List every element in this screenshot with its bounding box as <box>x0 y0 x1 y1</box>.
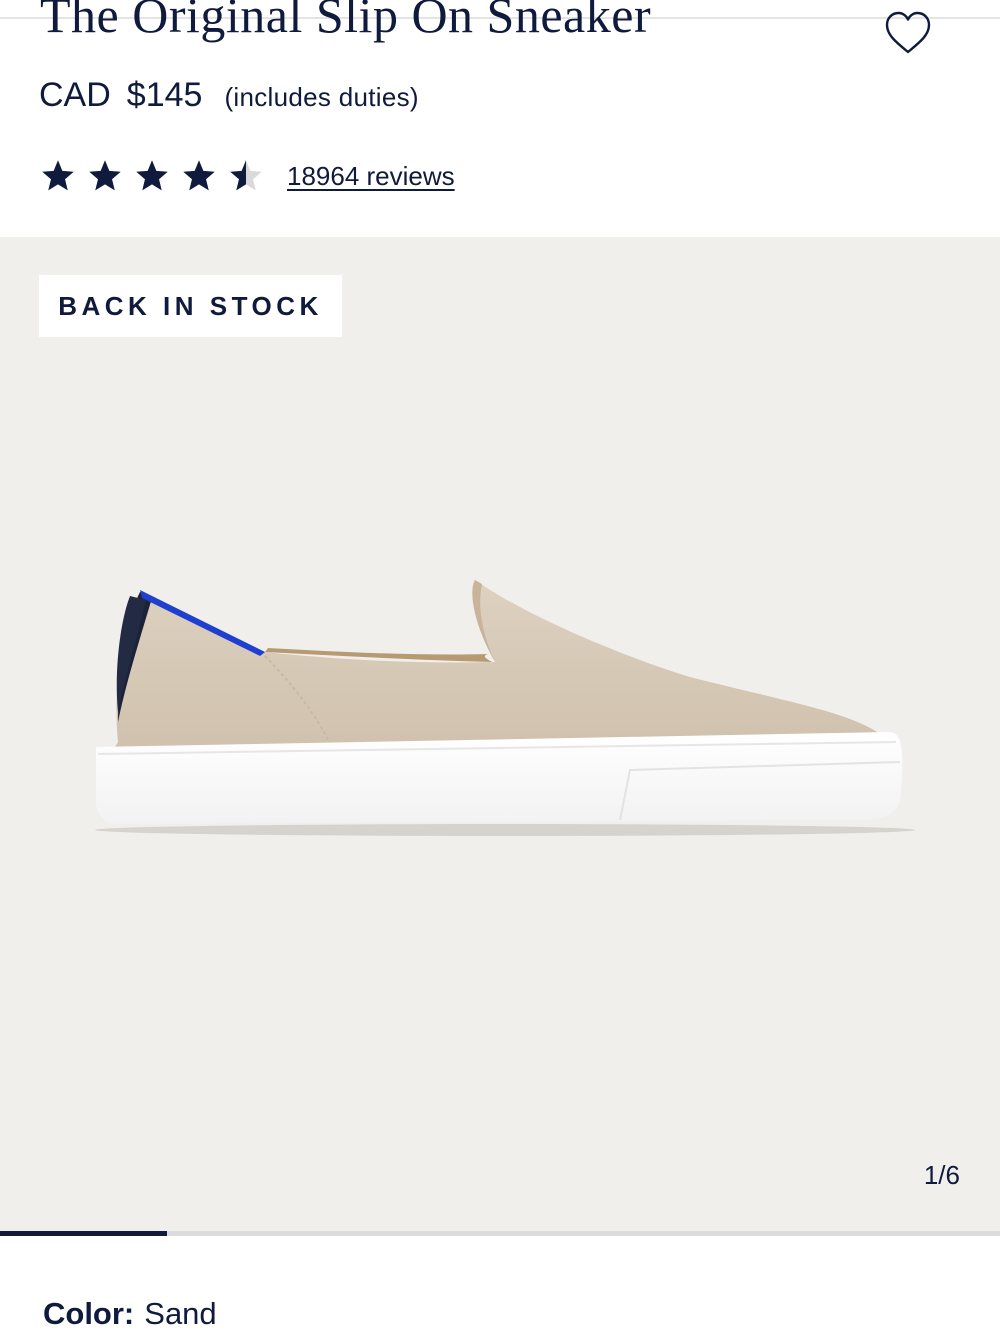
product-title: The Original Slip On Sneaker <box>40 0 652 43</box>
star-icon <box>230 160 262 191</box>
stock-badge: BACK IN STOCK <box>39 275 342 337</box>
star-icon <box>89 160 121 191</box>
price-amount: $145 <box>126 76 203 114</box>
star-icon <box>183 160 215 191</box>
color-value: Sand <box>144 1296 217 1331</box>
price-row: CAD $145 (includes duties) <box>39 76 419 120</box>
gallery-progress <box>0 1231 1000 1236</box>
price-currency: CAD <box>39 76 111 114</box>
gallery-progress-fill <box>0 1231 167 1236</box>
rating-row: 18964 reviews <box>40 154 455 198</box>
star-rating[interactable] <box>40 158 275 194</box>
star-icon <box>136 160 168 191</box>
favorite-button[interactable] <box>880 8 936 58</box>
heart-outline-icon <box>885 11 931 54</box>
gallery-counter: 1/6 <box>923 1160 960 1190</box>
color-label: Color: <box>43 1296 135 1331</box>
reviews-link[interactable]: 18964 reviews <box>287 161 455 192</box>
product-image-shoe[interactable] <box>90 572 920 862</box>
product-gallery[interactable]: BACK IN STOCK 1/6 <box>0 237 1000 1233</box>
star-icon <box>42 160 74 191</box>
duties-note: (includes duties) <box>224 82 419 112</box>
color-selection: Color: Sand <box>43 1296 217 1332</box>
